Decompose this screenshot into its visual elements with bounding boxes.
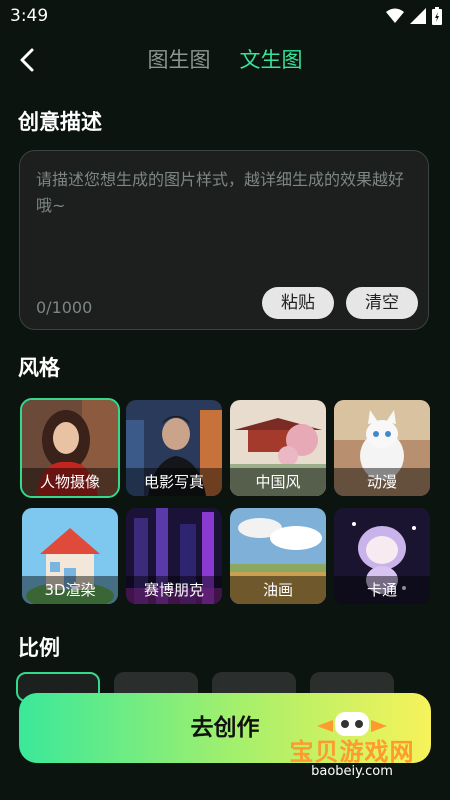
description-title: 创意描述 bbox=[18, 110, 102, 134]
style-card-anime[interactable]: 动漫 bbox=[334, 400, 430, 496]
watermark-url: baobeiy.com bbox=[311, 764, 393, 779]
ratio-title: 比例 bbox=[18, 636, 60, 660]
style-label: 油画 bbox=[230, 576, 326, 604]
wifi-icon bbox=[386, 8, 404, 23]
style-card-chinese[interactable]: 中国风 bbox=[230, 400, 326, 496]
style-label: 电影写真 bbox=[126, 468, 222, 496]
style-card-film[interactable]: 电影写真 bbox=[126, 400, 222, 496]
style-card-cyberpunk[interactable]: 赛博朋克 bbox=[126, 508, 222, 604]
style-label: 人物摄像 bbox=[22, 468, 118, 496]
style-label: 3D渲染 bbox=[22, 576, 118, 604]
ratio-options bbox=[0, 672, 450, 702]
tab-text-to-image[interactable]: 文生图 bbox=[240, 44, 303, 74]
description-input[interactable]: 请描述您想生成的图片样式，越详细生成的效果越好哦~ 0/1000 粘贴 清空 bbox=[19, 150, 429, 330]
tab-image-to-image[interactable]: 图生图 bbox=[147, 44, 210, 74]
watermark-text: 宝贝游戏网 bbox=[289, 738, 415, 766]
status-bar: 3:49 bbox=[0, 0, 450, 32]
style-label: 中国风 bbox=[230, 468, 326, 496]
clear-button[interactable]: 清空 bbox=[346, 287, 418, 319]
style-card-oil[interactable]: 油画 bbox=[230, 508, 326, 604]
style-label: 动漫 bbox=[334, 468, 430, 496]
style-card-3d[interactable]: 3D渲染 bbox=[22, 508, 118, 604]
mode-tabs: 图生图 文生图 bbox=[0, 44, 450, 74]
description-placeholder: 请描述您想生成的图片样式，越详细生成的效果越好哦~ bbox=[36, 170, 405, 215]
style-card-portrait[interactable]: 人物摄像 bbox=[20, 398, 120, 498]
style-label: 赛博朋克 bbox=[126, 576, 222, 604]
char-counter: 0/1000 bbox=[36, 298, 93, 317]
battery-icon bbox=[432, 7, 442, 25]
status-time: 3:49 bbox=[10, 6, 49, 26]
signal-icon bbox=[410, 8, 426, 24]
watermark: 宝贝游戏网 baobeiy.com bbox=[277, 706, 427, 792]
paste-button[interactable]: 粘贴 bbox=[262, 287, 334, 319]
status-icons bbox=[386, 7, 442, 25]
top-bar: 图生图 文生图 bbox=[0, 36, 450, 84]
style-label: 卡通 bbox=[334, 576, 430, 604]
style-title: 风格 bbox=[18, 356, 60, 380]
style-card-cartoon[interactable]: 卡通 bbox=[334, 508, 430, 604]
